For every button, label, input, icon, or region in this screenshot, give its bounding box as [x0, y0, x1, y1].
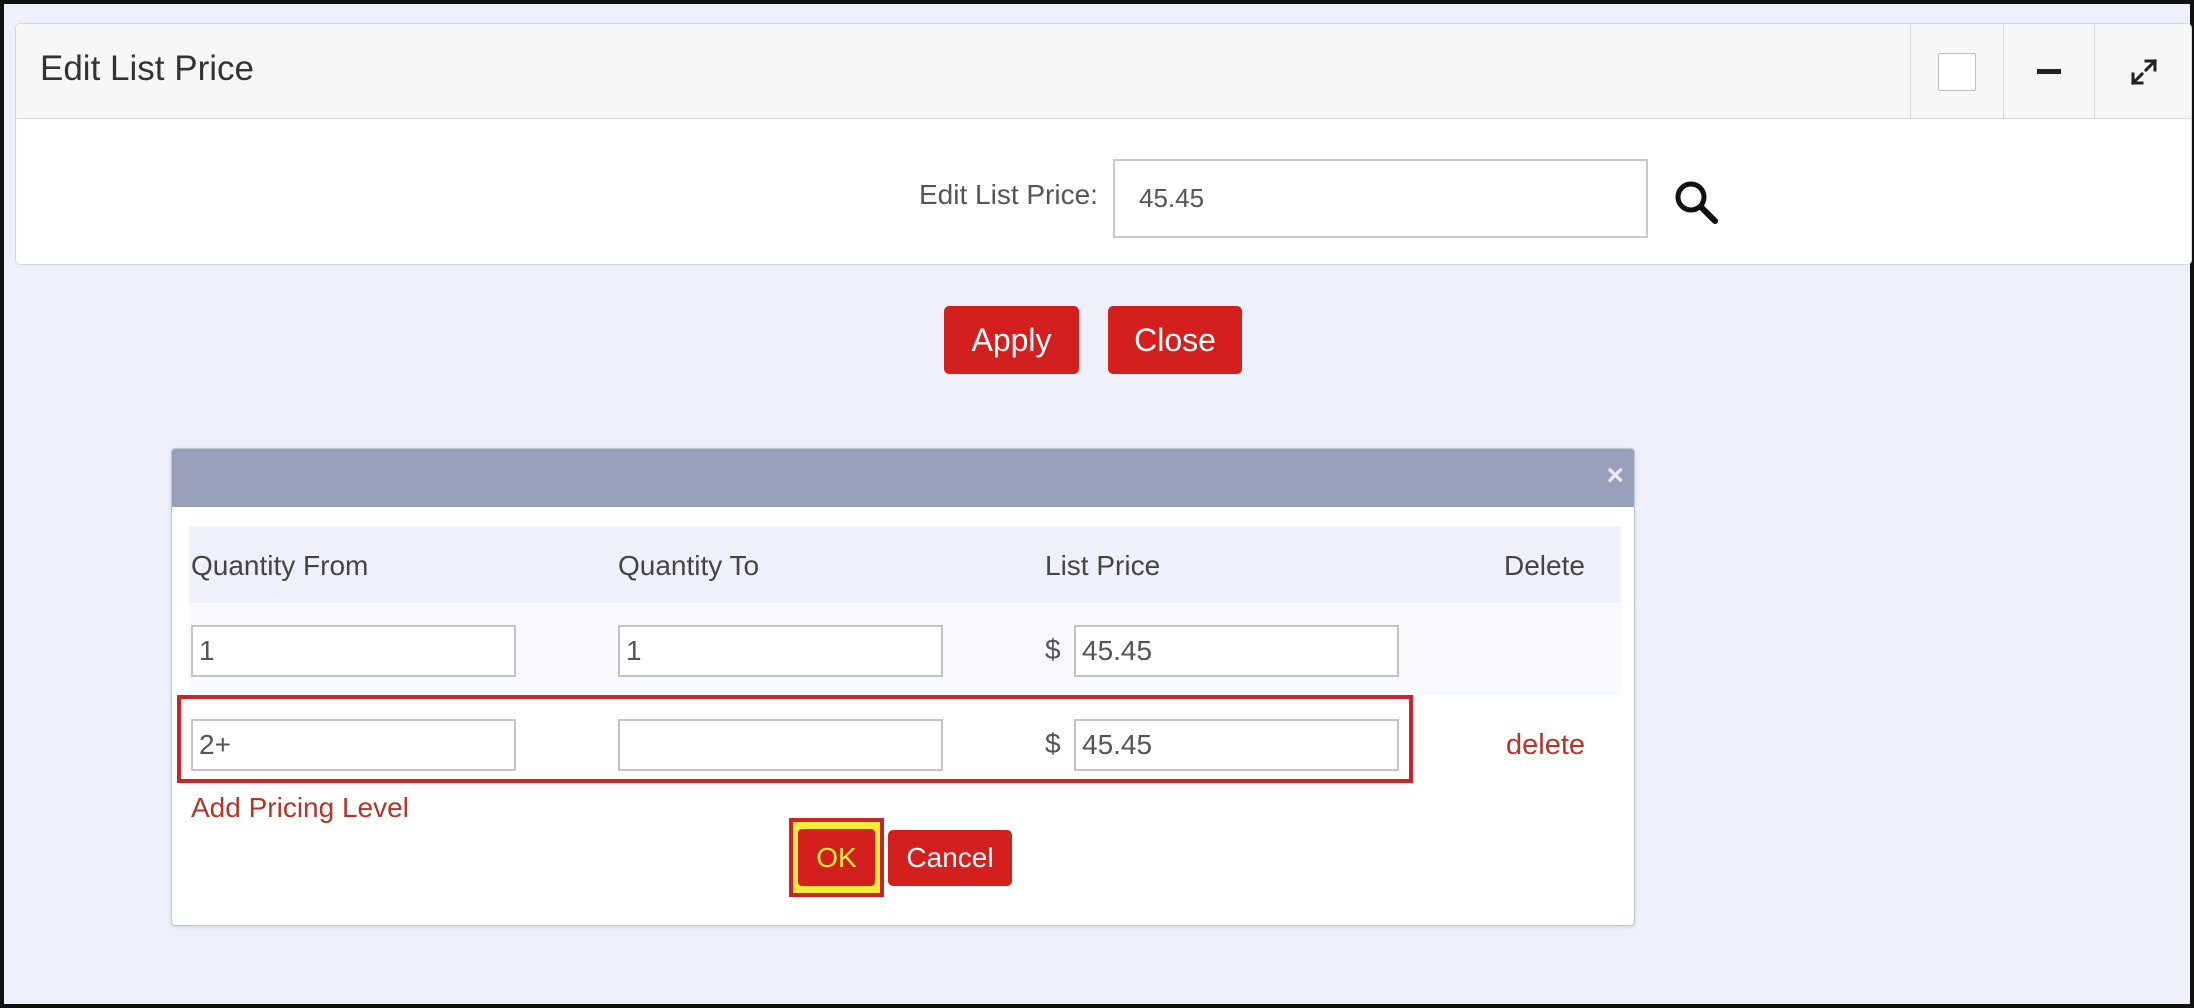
cancel-button[interactable]: Cancel	[888, 830, 1012, 886]
delete-row-link[interactable]: delete	[1506, 729, 1585, 762]
column-header-delete: Delete	[1504, 550, 1585, 581]
currency-symbol: $	[1045, 728, 1061, 759]
currency-symbol: $	[1045, 634, 1061, 665]
panel-header: Edit List Price	[16, 24, 2191, 119]
expand-icon	[2130, 58, 2158, 85]
edit-list-price-panel: Edit List Price Edit List Price:	[15, 23, 2192, 265]
search-icon[interactable]	[1673, 179, 1719, 225]
apply-button[interactable]: Apply	[944, 306, 1079, 374]
quantity-from-input[interactable]	[191, 625, 516, 677]
quantity-from-input[interactable]	[191, 719, 516, 771]
list-price-field[interactable]	[1074, 625, 1399, 677]
dialog-title-bar[interactable]: ×	[172, 449, 1634, 507]
checkbox-icon[interactable]	[1938, 52, 1976, 91]
pricing-levels-dialog: × Quantity From Quantity To List Price D…	[171, 448, 1635, 926]
quantity-to-input[interactable]	[618, 719, 943, 771]
column-header-quantity-from: Quantity From	[191, 550, 369, 581]
list-price-label: Edit List Price:	[919, 179, 1098, 210]
close-button[interactable]: Close	[1108, 306, 1242, 374]
expand-button[interactable]	[2094, 24, 2193, 119]
column-header-quantity-to: Quantity To	[618, 550, 760, 581]
list-price-field[interactable]	[1074, 719, 1399, 771]
close-icon[interactable]: ×	[1606, 459, 1624, 493]
select-panel-button[interactable]	[1910, 24, 2003, 119]
table-header: Quantity From Quantity To List Price Del…	[189, 526, 1621, 603]
ok-button[interactable]: OK	[798, 829, 875, 886]
page-title: Edit List Price	[40, 49, 254, 88]
panel-body: Edit List Price:	[16, 119, 2191, 265]
column-header-list-price: List Price	[1045, 550, 1161, 581]
list-price-input[interactable]	[1113, 159, 1648, 238]
ok-button-highlight: OK	[789, 818, 884, 897]
quantity-to-input[interactable]	[618, 625, 943, 677]
minimize-icon	[2037, 69, 2061, 74]
add-pricing-level-link[interactable]: Add Pricing Level	[191, 792, 409, 824]
minimize-button[interactable]	[2003, 24, 2094, 119]
